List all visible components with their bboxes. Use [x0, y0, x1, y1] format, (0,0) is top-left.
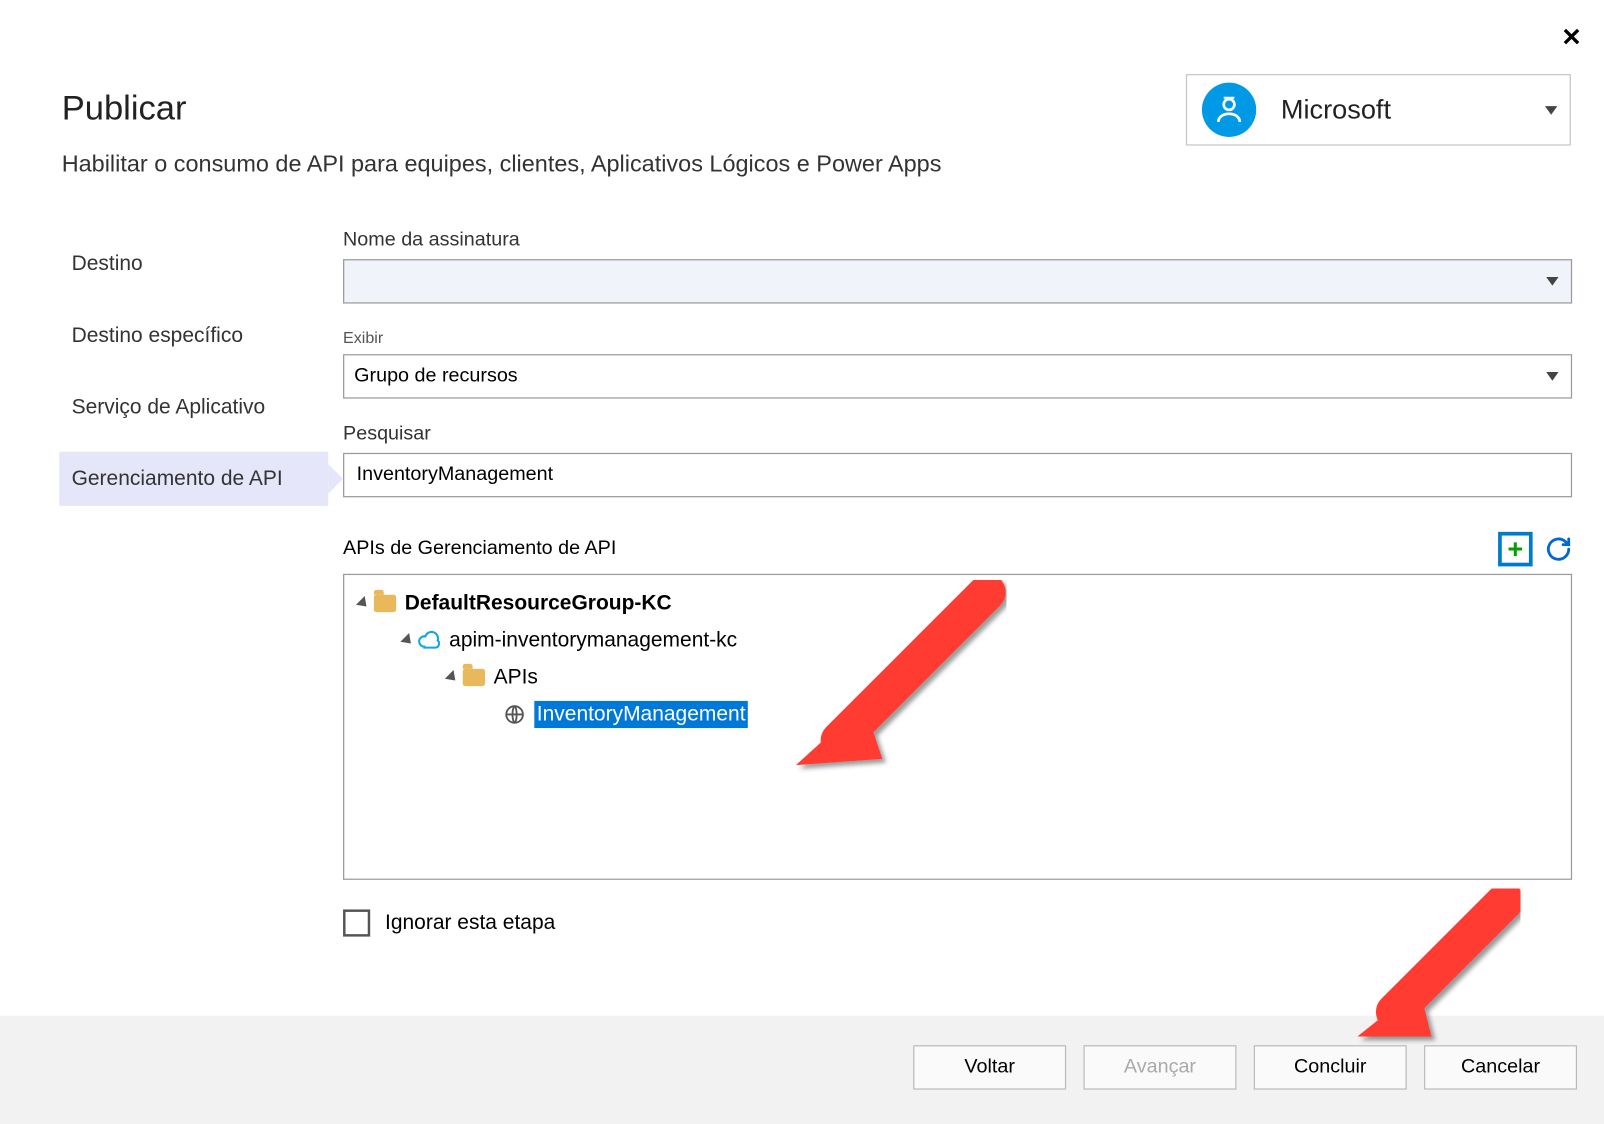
- sidebar-item-servico-aplicativo[interactable]: Serviço de Aplicativo: [59, 380, 328, 434]
- tree-row-resource-group[interactable]: DefaultResourceGroup-KC: [354, 585, 1561, 622]
- folder-icon: [373, 591, 398, 616]
- view-select[interactable]: Grupo de recursos: [343, 354, 1572, 398]
- cloud-service-icon: [417, 628, 442, 653]
- dialog-footer: Voltar Avançar Concluir Cancelar: [0, 1016, 1604, 1124]
- search-input[interactable]: [343, 453, 1572, 497]
- chevron-down-icon: [1546, 277, 1558, 286]
- finish-button[interactable]: Concluir: [1254, 1045, 1407, 1089]
- expand-toggle-icon[interactable]: [445, 670, 460, 685]
- view-label: Exibir: [343, 328, 1572, 347]
- tree-label: APIs de Gerenciamento de API: [343, 538, 1498, 560]
- avatar-icon: [1202, 83, 1256, 137]
- tree-selected-api: InventoryManagement: [534, 701, 748, 728]
- tree-folder-label: APIs: [494, 665, 538, 690]
- tree-service-label: apim-inventorymanagement-kc: [449, 628, 737, 653]
- globe-icon: [502, 702, 527, 727]
- back-button[interactable]: Voltar: [913, 1045, 1066, 1089]
- tree-row-apis-folder[interactable]: APIs: [354, 659, 1561, 696]
- folder-icon: [462, 665, 487, 690]
- expand-toggle-icon[interactable]: [356, 596, 371, 611]
- view-value: Grupo de recursos: [354, 365, 518, 387]
- skip-step-label: Ignorar esta etapa: [385, 911, 555, 936]
- expand-toggle-icon[interactable]: [400, 633, 415, 648]
- subscription-label: Nome da assinatura: [343, 230, 1572, 252]
- sidebar-item-destino-especifico[interactable]: Destino específico: [59, 309, 328, 363]
- add-api-button[interactable]: +: [1498, 532, 1533, 567]
- close-icon[interactable]: ✕: [1561, 22, 1582, 53]
- tree-root-label: DefaultResourceGroup-KC: [405, 591, 672, 616]
- skip-step-checkbox[interactable]: [343, 909, 370, 936]
- next-button: Avançar: [1083, 1045, 1236, 1089]
- sidebar-item-gerenciamento-api[interactable]: Gerenciamento de API: [59, 452, 328, 506]
- chevron-down-icon: [1545, 106, 1557, 115]
- tree-row-api-item[interactable]: InventoryManagement: [354, 696, 1561, 733]
- sidebar-item-destino[interactable]: Destino: [59, 237, 328, 291]
- page-subtitle: Habilitar o consumo de API para equipes,…: [62, 152, 942, 179]
- chevron-down-icon: [1546, 372, 1558, 381]
- search-label: Pesquisar: [343, 423, 1572, 445]
- api-tree: DefaultResourceGroup-KC apim-inventoryma…: [343, 574, 1572, 880]
- page-title: Publicar: [62, 89, 187, 128]
- account-name: Microsoft: [1256, 94, 1545, 126]
- subscription-select[interactable]: [343, 259, 1572, 303]
- sidebar: Destino Destino específico Serviço de Ap…: [59, 237, 328, 523]
- refresh-button[interactable]: [1545, 536, 1572, 563]
- tree-row-service[interactable]: apim-inventorymanagement-kc: [354, 622, 1561, 659]
- account-selector[interactable]: Microsoft: [1186, 74, 1571, 146]
- cancel-button[interactable]: Cancelar: [1424, 1045, 1577, 1089]
